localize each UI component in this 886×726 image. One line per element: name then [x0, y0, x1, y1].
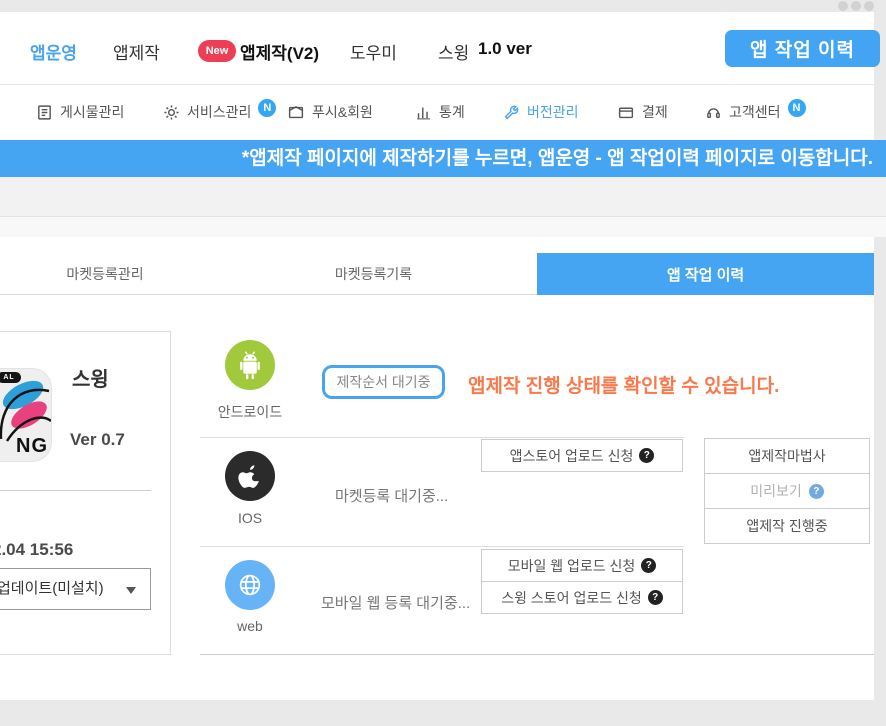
tab-market-manage[interactable]: 마켓등록관리: [0, 253, 210, 295]
help-icon[interactable]: ?: [809, 484, 824, 499]
nav-helper[interactable]: 도우미: [350, 39, 397, 64]
subnav-service[interactable]: 서비스관리 N: [163, 99, 276, 125]
build-queue-status-button[interactable]: 제작순서 대기중: [322, 365, 445, 399]
button-label: 앱제작마법사: [748, 446, 825, 466]
subnav-support[interactable]: 고객센터 N: [705, 99, 806, 125]
chevron-down-icon: [126, 587, 136, 594]
gray-band: [0, 216, 886, 237]
sub-nav: 게시물관리 서비스관리 N 푸시&회원 통계 버전관리 결제 고객센터 N: [0, 85, 874, 140]
window-control-icon[interactable]: [851, 1, 861, 11]
row-divider: [200, 437, 684, 438]
platform-label-web: web: [200, 618, 300, 634]
update-status-dropdown[interactable]: 업데이트(미설치): [0, 568, 151, 610]
window-control-icon[interactable]: [864, 1, 874, 11]
subnav-label: 푸시&회원: [312, 102, 373, 122]
help-icon[interactable]: ?: [639, 448, 654, 463]
headset-icon: [705, 104, 722, 121]
top-nav: 앱운영 앱제작 New 앱제작(V2) 도우미 스윙 1.0 ver 앱 작업 …: [0, 12, 874, 84]
button-label: 모바일 웹 업로드 신청: [508, 556, 636, 576]
subnav-label: 통계: [439, 102, 465, 122]
footer-band: [0, 700, 886, 726]
row-divider: [200, 654, 874, 655]
n-badge: N: [258, 99, 276, 117]
tab-app-history[interactable]: 앱 작업 이력: [537, 253, 874, 295]
dropdown-value: 업데이트(미설치): [0, 569, 104, 609]
subnav-label: 결제: [642, 102, 668, 122]
n-badge: N: [788, 99, 806, 117]
android-icon: [225, 340, 275, 390]
nav-app-build[interactable]: 앱제작: [113, 39, 160, 64]
app-window: 앱운영 앱제작 New 앱제작(V2) 도우미 스윙 1.0 ver 앱 작업 …: [0, 0, 886, 726]
card-divider: [0, 490, 151, 491]
subnav-version[interactable]: 버전관리: [503, 99, 579, 125]
subnav-statistics[interactable]: 통계: [415, 99, 465, 125]
nav-app-build-v2[interactable]: 앱제작(V2): [240, 39, 319, 64]
build-progress-notice: 앱제작 진행 상태를 확인할 수 있습니다.: [468, 371, 779, 398]
subnav-label: 버전관리: [527, 102, 579, 122]
gear-icon: [163, 104, 180, 121]
app-name: 스윙: [72, 363, 109, 392]
chart-icon: [415, 104, 432, 121]
mail-icon: [287, 104, 305, 121]
subnav-posts[interactable]: 게시물관리: [36, 99, 124, 125]
button-label: 스윙 스토어 업로드 신청: [501, 588, 641, 608]
app-logo-text: NG: [16, 435, 48, 458]
app-version: Ver 0.7: [70, 430, 125, 450]
window-control-icon[interactable]: [838, 1, 848, 11]
subnav-label: 게시물관리: [60, 102, 124, 122]
web-status-text: 모바일 웹 등록 대기중...: [321, 592, 470, 613]
platform-label-android: 안드로이드: [200, 402, 300, 422]
wrench-icon: [503, 104, 520, 121]
button-label: 앱제작 진행중: [746, 516, 827, 536]
subnav-push-members[interactable]: 푸시&회원: [287, 99, 373, 125]
card-icon: [617, 104, 635, 121]
help-icon[interactable]: ?: [641, 558, 656, 573]
app-updated-time: 2.04 15:56: [0, 540, 73, 560]
button-label: 앱스토어 업로드 신청: [510, 446, 634, 466]
build-in-progress-button[interactable]: 앱제작 진행중: [704, 508, 870, 544]
side-button-column: 앱제작마법사 미리보기 ? 앱제작 진행중: [704, 438, 870, 544]
app-history-button[interactable]: 앱 작업 이력: [725, 30, 880, 67]
board-icon: [36, 104, 53, 121]
appstore-upload-request-button[interactable]: 앱스토어 업로드 신청 ?: [481, 439, 683, 472]
platform-label-ios: IOS: [200, 510, 300, 526]
nav-swing-version: 1.0 ver: [478, 39, 532, 59]
window-right-edge: [874, 0, 886, 726]
notice-banner: *앱제작 페이지에 제작하기를 누르면, 앱운영 - 앱 작업이력 페이지로 이…: [0, 140, 886, 177]
mobile-web-upload-request-button[interactable]: 모바일 웹 업로드 신청 ?: [481, 549, 683, 582]
globe-icon: [225, 560, 275, 610]
gray-band: [0, 177, 886, 216]
apple-icon: [225, 451, 275, 501]
swing-store-upload-request-button[interactable]: 스윙 스토어 업로드 신청 ?: [481, 581, 683, 614]
help-icon[interactable]: ?: [648, 590, 663, 605]
nav-app-operation[interactable]: 앱운영: [30, 39, 77, 64]
button-label: 미리보기: [750, 481, 802, 501]
window-controls[interactable]: [838, 1, 874, 11]
subnav-label: 고객센터: [729, 102, 781, 122]
row-divider: [200, 546, 684, 547]
window-titlebar: [0, 0, 886, 12]
app-logo-badge: AL: [0, 372, 21, 383]
app-wizard-button[interactable]: 앱제작마법사: [704, 438, 870, 474]
new-badge: New: [198, 40, 236, 62]
preview-button[interactable]: 미리보기 ?: [704, 473, 870, 509]
tab-market-history[interactable]: 마켓등록기록: [210, 253, 537, 295]
tab-bar: 마켓등록관리 마켓등록기록 앱 작업 이력: [0, 253, 874, 295]
subnav-payment[interactable]: 결제: [617, 99, 668, 125]
ios-status-text: 마켓등록 대기중...: [335, 485, 448, 506]
app-logo: AL NG: [0, 368, 52, 462]
subnav-label: 서비스관리: [187, 102, 251, 122]
nav-swing-label[interactable]: 스윙: [438, 39, 469, 64]
